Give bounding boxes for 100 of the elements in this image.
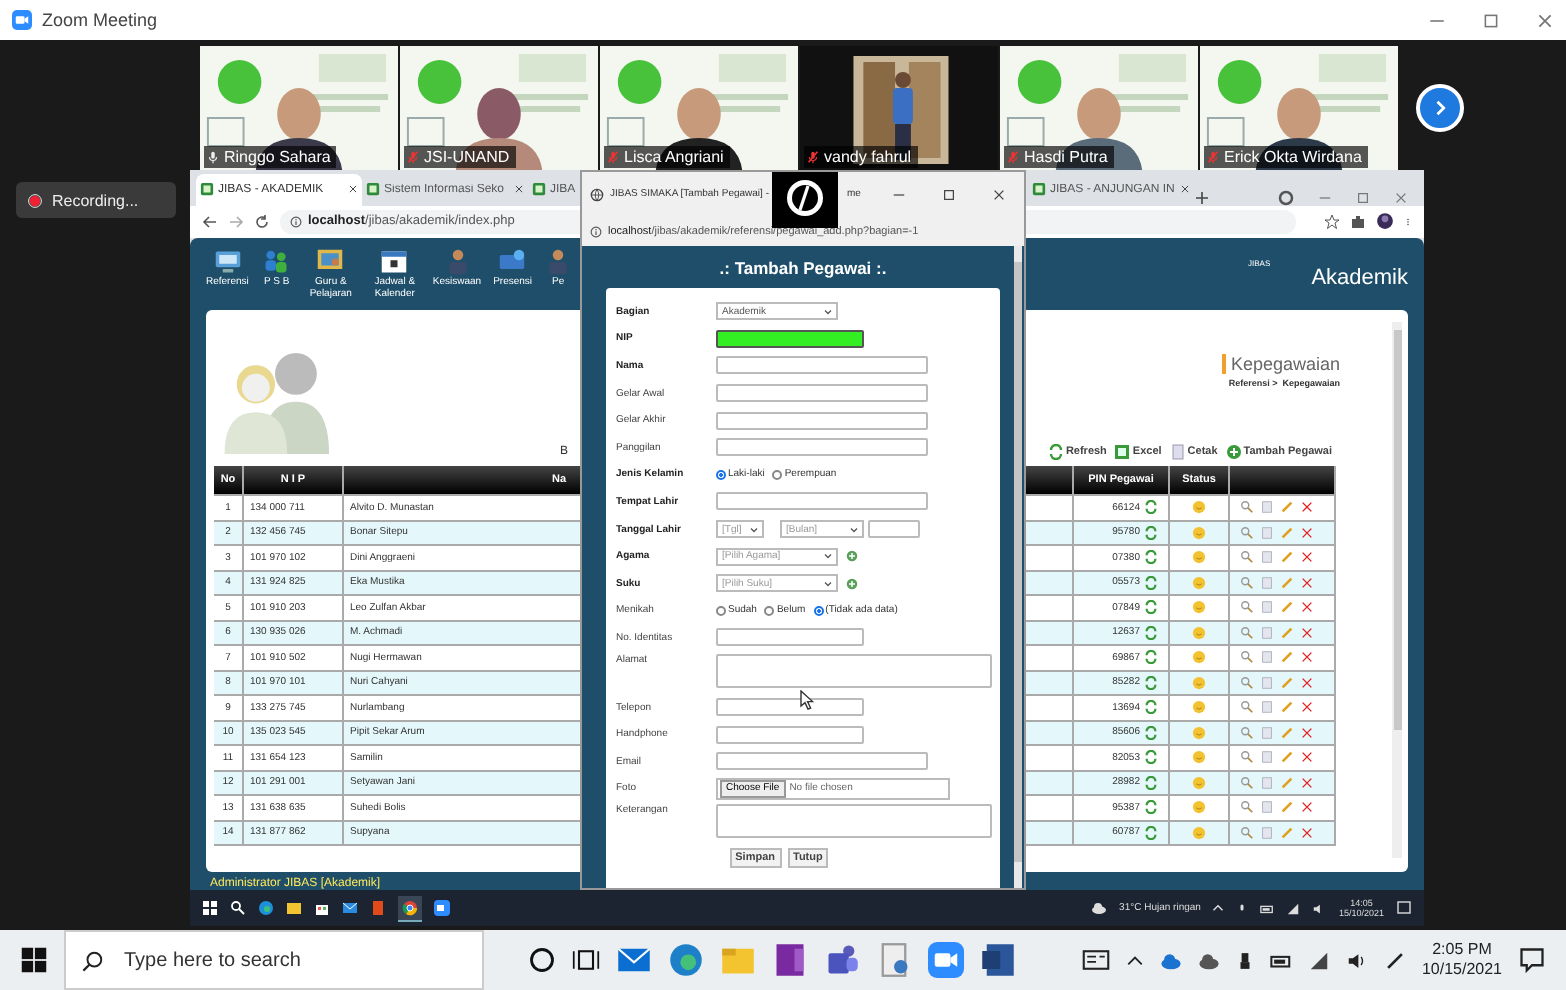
chevron-up-icon[interactable] <box>1212 902 1225 914</box>
refresh-icon[interactable] <box>1144 700 1158 715</box>
windows-icon[interactable] <box>20 946 48 974</box>
cloud-icon[interactable] <box>1197 949 1220 971</box>
input-field[interactable] <box>716 329 864 348</box>
delete-icon[interactable] <box>1300 575 1314 590</box>
newspaper-icon[interactable] <box>1081 946 1110 974</box>
delete-icon[interactable] <box>1300 625 1314 640</box>
back-icon[interactable] <box>202 213 218 230</box>
delete-icon[interactable] <box>1300 550 1314 565</box>
browser-icon[interactable] <box>258 900 274 916</box>
delete-icon[interactable] <box>1300 750 1314 765</box>
delete-icon[interactable] <box>1300 800 1314 815</box>
avatar-icon[interactable] <box>1376 212 1394 231</box>
delete-icon[interactable] <box>1300 775 1314 790</box>
battery-icon[interactable] <box>1260 901 1275 915</box>
mail-icon[interactable] <box>342 900 358 916</box>
cursor-icon <box>800 690 814 710</box>
input-field[interactable] <box>716 698 864 717</box>
video-camera-icon[interactable] <box>434 900 450 916</box>
close-icon[interactable] <box>1180 184 1190 195</box>
input-field[interactable] <box>716 356 928 375</box>
search-icon[interactable] <box>230 900 246 916</box>
delete-icon[interactable] <box>1300 500 1314 515</box>
input-field[interactable] <box>716 384 928 403</box>
usb-icon[interactable] <box>1235 949 1254 971</box>
notebook-icon[interactable] <box>772 942 808 978</box>
plus-icon[interactable] <box>1194 189 1210 206</box>
refresh-icon[interactable] <box>1144 800 1158 815</box>
text-area[interactable] <box>716 653 992 688</box>
delete-icon[interactable] <box>1300 825 1314 840</box>
delete-icon[interactable] <box>1300 700 1314 715</box>
microphone-icon[interactable] <box>1236 901 1249 915</box>
notification-icon[interactable] <box>1518 946 1546 974</box>
recording-button[interactable]: Recording... <box>16 182 176 218</box>
refresh-icon[interactable] <box>1144 650 1158 665</box>
wifi-icon[interactable] <box>1286 901 1301 915</box>
input-field[interactable] <box>716 438 928 457</box>
close-icon[interactable] <box>514 184 524 195</box>
task-view-icon[interactable] <box>572 946 600 974</box>
forward-icon[interactable] <box>228 213 244 230</box>
input-field[interactable] <box>716 411 928 430</box>
folder-icon[interactable] <box>286 900 302 916</box>
add-icon <box>1225 444 1242 460</box>
close-icon[interactable] <box>992 187 1006 201</box>
refresh-icon[interactable] <box>1144 675 1158 690</box>
refresh-icon[interactable] <box>1144 825 1158 840</box>
delete-icon[interactable] <box>1300 600 1314 615</box>
restore-icon[interactable] <box>1482 11 1500 29</box>
radio-button[interactable] <box>716 469 726 480</box>
refresh-icon[interactable] <box>1144 550 1158 565</box>
text-document-icon[interactable] <box>980 942 1016 978</box>
close-icon[interactable] <box>348 184 358 195</box>
input-field[interactable] <box>716 628 864 647</box>
add-icon[interactable] <box>846 550 858 563</box>
speaker-icon[interactable] <box>1345 949 1368 971</box>
text-area[interactable] <box>716 804 992 839</box>
add-icon[interactable] <box>846 577 858 590</box>
restore-icon[interactable] <box>1356 189 1370 206</box>
close-icon[interactable] <box>1536 11 1554 29</box>
office-icon[interactable] <box>370 900 386 916</box>
search-input[interactable]: Type here to search <box>120 947 466 973</box>
radio-button[interactable] <box>764 605 775 616</box>
refresh-icon[interactable] <box>1144 525 1158 540</box>
refresh-icon[interactable] <box>1144 625 1158 640</box>
browser-icon[interactable] <box>402 899 418 915</box>
star-icon[interactable] <box>1324 213 1340 230</box>
refresh-icon[interactable] <box>1144 725 1158 740</box>
reload-icon[interactable] <box>254 213 270 230</box>
smiley-icon <box>1192 800 1206 815</box>
delete-icon[interactable] <box>1300 525 1314 540</box>
next-page-button[interactable] <box>1416 84 1464 132</box>
radio-button[interactable] <box>772 469 783 480</box>
spreadsheet-icon <box>1114 444 1131 460</box>
refresh-icon[interactable] <box>1144 600 1158 615</box>
document-icon[interactable] <box>876 942 912 978</box>
radio-button[interactable] <box>716 605 726 616</box>
wifi-icon[interactable] <box>1307 949 1330 971</box>
windows-icon[interactable] <box>202 900 218 916</box>
radio-button[interactable] <box>813 605 824 616</box>
input-field[interactable] <box>716 752 928 771</box>
search-field[interactable]: Type here to search <box>64 930 484 990</box>
input-field[interactable] <box>716 725 864 744</box>
chevron-up-icon[interactable] <box>1125 951 1144 969</box>
delete-icon[interactable] <box>1300 725 1314 740</box>
pen-icon[interactable] <box>1383 949 1406 971</box>
refresh-icon[interactable] <box>1144 500 1158 515</box>
cloud-icon[interactable] <box>1159 949 1182 971</box>
maximize-icon[interactable] <box>942 187 956 201</box>
input-field[interactable] <box>716 492 928 511</box>
delete-icon[interactable] <box>1300 675 1314 690</box>
refresh-icon[interactable] <box>1144 775 1158 790</box>
input-field[interactable] <box>868 520 920 539</box>
record-icon[interactable] <box>1278 189 1294 206</box>
person-icon <box>544 248 573 276</box>
circle-icon[interactable] <box>528 946 556 974</box>
team-icon[interactable] <box>824 942 860 978</box>
refresh-icon[interactable] <box>1144 575 1158 590</box>
refresh-icon[interactable] <box>1144 750 1158 765</box>
delete-icon[interactable] <box>1300 650 1314 665</box>
